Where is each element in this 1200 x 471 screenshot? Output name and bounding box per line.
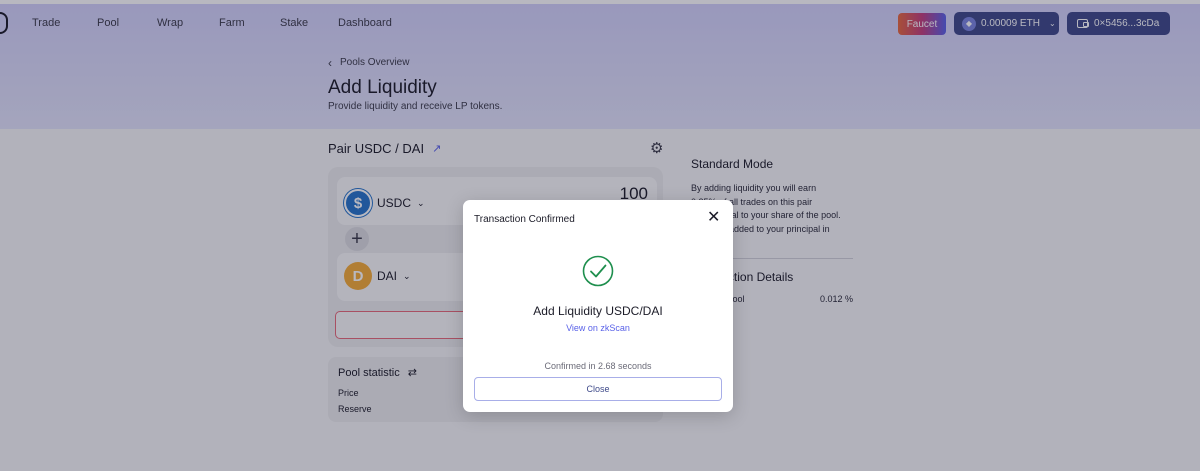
close-icon[interactable]: ✕ xyxy=(707,210,720,226)
app-page: Trade Pool Wrap Farm Stake Dashboard Fau… xyxy=(0,0,1200,471)
success-check-icon xyxy=(582,255,614,287)
modal-heading: Add Liquidity USDC/DAI xyxy=(533,304,663,318)
confirmed-time-text: Confirmed in 2.68 seconds xyxy=(544,361,652,371)
transaction-confirmed-modal: Transaction Confirmed ✕ Add Liquidity US… xyxy=(463,200,733,412)
modal-title: Transaction Confirmed xyxy=(474,214,575,225)
close-button[interactable]: Close xyxy=(474,377,722,401)
view-on-zkscan-link[interactable]: View on zkScan xyxy=(463,323,733,333)
